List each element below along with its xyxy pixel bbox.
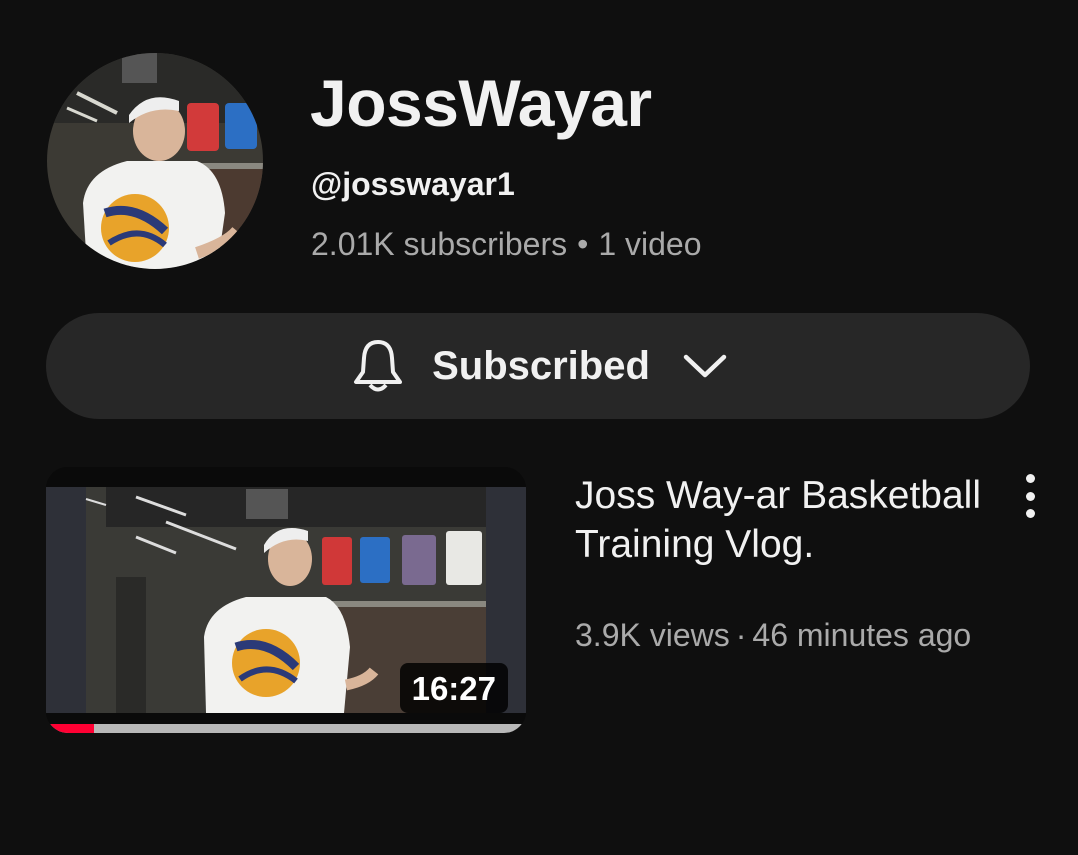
video-duration: 16:27 <box>399 663 508 713</box>
stats-separator: • <box>577 226 589 262</box>
view-count: 3.9K views <box>575 617 730 653</box>
avatar-image <box>47 53 263 269</box>
menu-dot <box>1025 491 1035 501</box>
subscribed-button[interactable]: Subscribed <box>46 313 1030 419</box>
channel-stats: 2.01K subscribers • 1 video <box>311 228 702 260</box>
subscribed-label: Subscribed <box>432 343 650 388</box>
more-vert-icon[interactable] <box>1010 474 1050 518</box>
meta-separator: · <box>735 617 747 653</box>
channel-name: JossWayar <box>310 66 652 140</box>
upload-age: 46 minutes ago <box>752 617 972 653</box>
subscriber-count: 2.01K subscribers <box>311 226 568 262</box>
watch-progress-fill <box>46 724 94 733</box>
video-thumbnail[interactable]: 16:27 <box>46 467 526 733</box>
watch-progress-bar <box>46 724 526 733</box>
bell-icon <box>354 340 403 392</box>
video-count: 1 video <box>598 226 702 262</box>
channel-avatar[interactable] <box>47 53 263 269</box>
video-meta: 3.9K views · 46 minutes ago <box>575 619 971 651</box>
menu-dot <box>1025 474 1035 483</box>
video-title[interactable]: Joss Way-ar Basketball Training Vlog. <box>575 471 995 569</box>
menu-dot <box>1025 509 1035 518</box>
chevron-down-icon <box>683 354 727 378</box>
channel-handle: @josswayar1 <box>311 166 515 202</box>
